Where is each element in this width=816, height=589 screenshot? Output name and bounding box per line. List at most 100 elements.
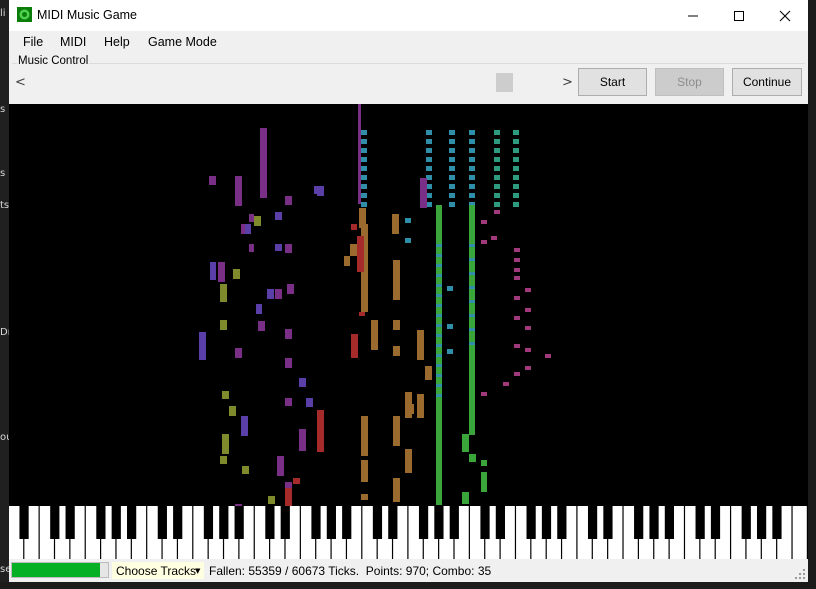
black-key[interactable] <box>127 506 137 539</box>
menu-game-mode[interactable]: Game Mode <box>148 35 217 49</box>
black-key[interactable] <box>19 506 29 539</box>
falling-note <box>494 184 500 189</box>
falling-note <box>393 416 400 446</box>
falling-note <box>361 157 367 162</box>
falling-note <box>267 289 274 299</box>
black-key[interactable] <box>342 506 352 539</box>
falling-note <box>361 139 367 144</box>
black-key[interactable] <box>173 506 183 539</box>
continue-button[interactable]: Continue <box>732 68 802 96</box>
menu-help[interactable]: Help <box>104 35 130 49</box>
edge-text: Dr <box>0 327 9 338</box>
falling-note <box>229 406 236 416</box>
black-key[interactable] <box>587 506 598 539</box>
falling-note <box>361 460 368 482</box>
falling-note <box>469 139 475 144</box>
desktop-background <box>0 582 816 589</box>
falling-note <box>514 248 520 252</box>
falling-note <box>462 492 469 504</box>
black-key[interactable] <box>449 506 459 539</box>
scroll-thumb[interactable] <box>496 73 513 92</box>
black-key[interactable] <box>695 506 705 539</box>
falling-note <box>449 148 455 153</box>
falling-note <box>361 166 367 171</box>
falling-note <box>317 410 324 452</box>
scroll-left-icon[interactable]: < <box>12 71 29 94</box>
black-key[interactable] <box>772 506 782 539</box>
resize-grip-icon[interactable] <box>795 569 806 580</box>
falling-note <box>233 269 240 279</box>
piano-keyboard[interactable] <box>9 506 808 559</box>
black-key[interactable] <box>603 506 613 539</box>
black-key[interactable] <box>111 506 121 539</box>
black-key[interactable] <box>418 506 429 539</box>
black-key[interactable] <box>434 506 444 539</box>
falling-note <box>469 205 475 435</box>
falling-note <box>449 184 455 189</box>
black-key[interactable] <box>388 506 398 539</box>
choose-tracks-dropdown[interactable]: Choose Tracks ▼ <box>112 562 204 579</box>
black-key[interactable] <box>219 506 229 539</box>
black-key[interactable] <box>326 506 336 539</box>
white-key[interactable] <box>792 506 807 559</box>
black-key[interactable] <box>526 506 536 539</box>
falling-note <box>469 148 475 153</box>
falling-note <box>469 286 475 289</box>
falling-note <box>469 157 475 162</box>
scroll-right-icon[interactable]: > <box>559 71 576 94</box>
black-key[interactable] <box>65 506 75 539</box>
black-key[interactable] <box>741 506 751 539</box>
falling-note <box>481 460 487 466</box>
position-scrollbar[interactable]: < > <box>12 71 576 94</box>
minimize-button[interactable] <box>670 0 716 31</box>
black-key[interactable] <box>157 506 167 539</box>
falling-note <box>436 344 442 347</box>
close-button[interactable] <box>762 0 808 31</box>
falling-note <box>469 258 475 261</box>
falling-note <box>513 139 519 144</box>
maximize-button[interactable] <box>716 0 762 31</box>
music-control-group: Music Control < > Start Stop Continue <box>9 53 808 103</box>
black-key[interactable] <box>50 506 60 539</box>
falling-note <box>357 236 364 272</box>
menu-file[interactable]: File <box>23 35 43 49</box>
black-key[interactable] <box>480 506 490 539</box>
black-key[interactable] <box>203 506 214 539</box>
falling-note <box>447 349 453 354</box>
falling-note <box>494 202 500 207</box>
black-key[interactable] <box>265 506 275 539</box>
falling-note <box>235 176 242 206</box>
black-key[interactable] <box>372 506 383 539</box>
edge-text: s <box>0 104 6 115</box>
black-key[interactable] <box>557 506 567 539</box>
falling-note <box>514 344 520 348</box>
black-key[interactable] <box>495 506 505 539</box>
falling-note <box>393 320 400 330</box>
falling-note <box>494 157 500 162</box>
black-key[interactable] <box>649 506 659 539</box>
title-bar[interactable]: MIDI Music Game <box>9 0 808 32</box>
minimize-icon <box>688 15 698 16</box>
edge-text: se <box>0 564 9 575</box>
menu-bar: File MIDI Help Game Mode <box>9 31 808 53</box>
black-key[interactable] <box>710 506 721 539</box>
black-key[interactable] <box>311 506 321 539</box>
black-key[interactable] <box>541 506 552 539</box>
black-key[interactable] <box>664 506 675 539</box>
black-key[interactable] <box>634 506 644 539</box>
black-key[interactable] <box>280 506 290 539</box>
falling-note <box>351 224 357 230</box>
start-button[interactable]: Start <box>578 68 647 96</box>
black-key[interactable] <box>96 506 106 539</box>
menu-midi[interactable]: MIDI <box>60 35 86 49</box>
music-control-label: Music Control <box>17 55 90 67</box>
falling-note <box>469 184 475 189</box>
note-fall-area[interactable] <box>9 104 808 506</box>
black-key[interactable] <box>234 506 244 539</box>
falling-note <box>449 193 455 198</box>
stop-button[interactable]: Stop <box>655 68 724 96</box>
black-key[interactable] <box>756 506 767 539</box>
status-bar: Choose Tracks ▼ Fallen: 55359 / 60673 Ti… <box>9 560 808 582</box>
close-icon <box>779 10 791 21</box>
falling-note <box>436 384 442 387</box>
